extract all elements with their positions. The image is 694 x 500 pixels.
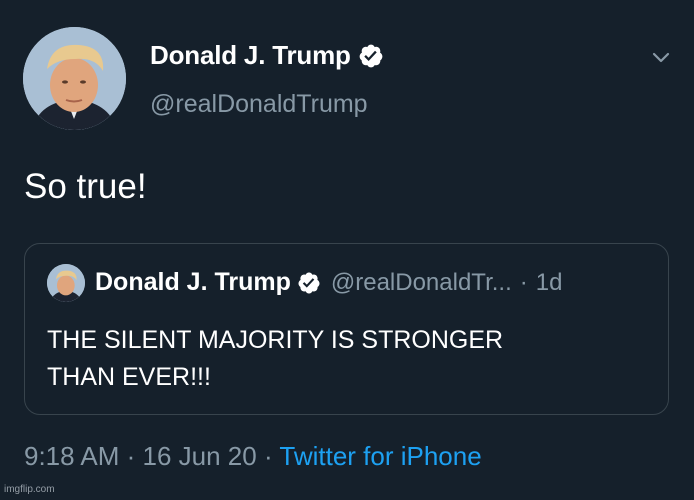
- author-avatar[interactable]: [23, 27, 126, 130]
- quoted-tweet[interactable]: Donald J. Trump @realDonaldTr... · 1d TH…: [24, 243, 669, 415]
- author-handle[interactable]: @realDonaldTrump: [150, 90, 368, 119]
- tweet-meta: 9:18 AM · 16 Jun 20 · Twitter for iPhone: [24, 441, 482, 472]
- meta-separator: ·: [119, 441, 143, 471]
- separator-dot: ·: [519, 268, 528, 296]
- tweet: Donald J. Trump @realDonaldTrump So true…: [0, 0, 694, 500]
- author-name[interactable]: Donald J. Trump: [150, 40, 351, 71]
- tweet-time[interactable]: 9:18 AM: [24, 441, 119, 471]
- quoted-author-handle[interactable]: @realDonaldTr...: [331, 269, 512, 297]
- quoted-tweet-age[interactable]: 1d: [536, 269, 563, 297]
- author-avatar-image: [23, 27, 126, 130]
- quoted-header: Donald J. Trump @realDonaldTr... · 1d: [95, 268, 562, 297]
- quoted-author-avatar-image: [47, 264, 85, 302]
- watermark: imgflip.com: [4, 484, 55, 495]
- quoted-author-name[interactable]: Donald J. Trump: [95, 268, 291, 297]
- quoted-text-line: THAN EVER!!!: [47, 363, 211, 391]
- chevron-down-icon[interactable]: [650, 46, 672, 68]
- author-name-row: Donald J. Trump: [150, 40, 384, 71]
- tweet-source-link[interactable]: Twitter for iPhone: [279, 441, 481, 471]
- quoted-tweet-text: THE SILENT MAJORITY IS STRONGER THAN EVE…: [47, 322, 647, 396]
- verified-badge-icon: [358, 43, 384, 69]
- quoted-author-avatar[interactable]: [47, 264, 85, 302]
- tweet-text: So true!: [24, 167, 147, 206]
- meta-separator: ·: [256, 441, 280, 471]
- quoted-text-line: THE SILENT MAJORITY IS STRONGER: [47, 326, 504, 354]
- tweet-date[interactable]: 16 Jun 20: [143, 441, 257, 471]
- verified-badge-icon: [297, 271, 321, 295]
